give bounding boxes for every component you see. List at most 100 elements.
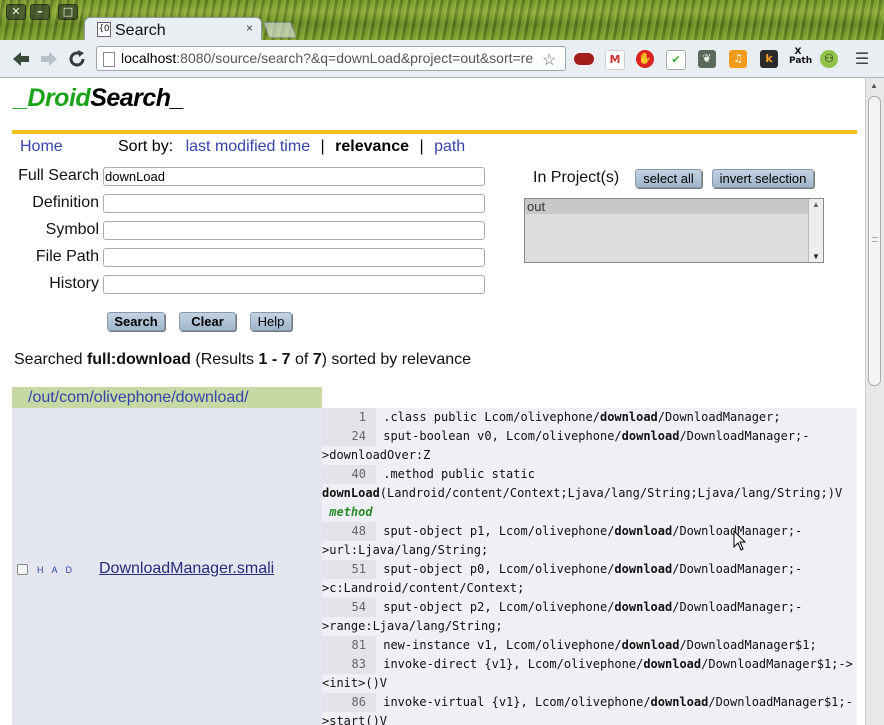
line-number[interactable]: 81 — [322, 636, 376, 655]
search-hit: download — [599, 410, 658, 424]
gmail-icon[interactable]: M — [605, 50, 625, 70]
code-line[interactable]: 83 invoke-direct {v1}, Lcom/olivephone/d… — [322, 655, 857, 674]
summary-prefix: Searched — [14, 351, 87, 368]
line-number[interactable]: 54 — [322, 598, 376, 617]
k-icon[interactable]: k — [760, 50, 778, 68]
code-line[interactable]: 81 new-instance v1, Lcom/olivephone/down… — [322, 636, 857, 655]
result-file-link[interactable]: DownloadManager.smali — [99, 560, 274, 578]
code-line[interactable]: 24 sput-boolean v0, Lcom/olivephone/down… — [322, 427, 857, 446]
line-number[interactable]: 48 — [322, 522, 376, 541]
sort-by-label: Sort by: — [118, 138, 174, 155]
code-line[interactable]: >range:Ljava/lang/String; — [322, 617, 857, 636]
mouse-cursor-icon — [733, 530, 747, 551]
search-hit: download — [614, 600, 673, 614]
code-line[interactable]: 51 sput-object p0, Lcom/olivephone/downl… — [322, 560, 857, 579]
full-search-label: Full Search — [18, 167, 99, 184]
line-number[interactable]: 86 — [322, 693, 376, 712]
page-icon — [103, 52, 115, 67]
url-text: localhost:8080/source/search?&q=downLoad… — [121, 47, 533, 70]
scroll-up-icon[interactable]: ▲ — [812, 200, 820, 209]
logo-prefix: _Droid — [14, 84, 91, 112]
directory-link[interactable]: /out/com/olivephone/download/ — [28, 389, 249, 406]
code-line[interactable]: 48 sput-object p1, Lcom/olivephone/downl… — [322, 522, 857, 541]
new-tab-button[interactable] — [263, 22, 297, 38]
invert-selection-button[interactable]: invert selection — [712, 169, 814, 188]
file-path-input[interactable] — [103, 248, 485, 267]
scroll-up-icon[interactable]: ▲ — [870, 81, 878, 90]
search-hit: download — [643, 657, 702, 671]
code-line[interactable]: >start()V — [322, 712, 857, 725]
page-content: _DroidSearch_ Home Sort by: last modifie… — [0, 78, 865, 725]
window-maximize-button[interactable]: □ — [58, 4, 78, 20]
scroll-grip-icon — [872, 237, 878, 242]
menu-icon[interactable]: ☰ — [853, 50, 871, 68]
code-line[interactable]: 54 sput-object p2, Lcom/olivephone/downl… — [322, 598, 857, 617]
todo-icon[interactable]: ✔ — [666, 50, 686, 70]
music-icon[interactable]: ♫ — [729, 50, 747, 68]
clear-button[interactable]: Clear — [179, 312, 236, 331]
droidsearch-logo[interactable]: _DroidSearch_ — [14, 84, 184, 113]
code-line[interactable]: method — [322, 503, 857, 522]
onetab-icon[interactable] — [574, 53, 594, 65]
definition-input[interactable] — [103, 194, 485, 213]
tab-close-icon[interactable]: × — [246, 21, 253, 35]
tripadvisor-icon[interactable]: ⚇ — [820, 50, 838, 68]
page-favicon-icon: {O — [97, 22, 111, 37]
code-line[interactable]: 40 .method public static — [322, 465, 857, 484]
results-summary: Searched full:download (Results 1 - 7 of… — [14, 351, 471, 369]
sort-path-link[interactable]: path — [434, 138, 465, 155]
line-number[interactable]: 1 — [322, 408, 376, 427]
code-line[interactable]: downLoad(Landroid/content/Context;Ljava/… — [322, 484, 857, 503]
project-option[interactable]: out — [525, 199, 810, 214]
project-select[interactable]: out ▲ ▼ — [524, 198, 824, 263]
page-scrollbar[interactable]: ▲ — [865, 78, 884, 725]
home-link[interactable]: Home — [20, 138, 63, 155]
history-annotate-download-links[interactable]: H A D — [37, 565, 75, 575]
xpath-icon[interactable]: X Path — [789, 48, 812, 66]
sort-last-modified-link[interactable]: last modified time — [186, 138, 311, 155]
select-all-button[interactable]: select all — [635, 169, 702, 188]
scroll-down-icon[interactable]: ▼ — [812, 252, 820, 261]
search-button[interactable]: Search — [107, 312, 165, 331]
code-line[interactable]: >c:Landroid/content/Context; — [322, 579, 857, 598]
code-line[interactable]: <init>()V — [322, 674, 857, 693]
help-button[interactable]: Help — [250, 312, 292, 331]
code-line[interactable]: 1 .class public Lcom/olivephone/download… — [322, 408, 857, 427]
sort-separator: | — [419, 138, 424, 155]
line-number[interactable]: 24 — [322, 427, 376, 446]
method-tag: method — [322, 505, 373, 519]
in-projects-label: In Project(s) — [533, 169, 620, 186]
logo-suffix: Search_ — [90, 84, 184, 112]
code-line[interactable]: >url:Ljava/lang/String; — [322, 541, 857, 560]
line-number[interactable]: 40 — [322, 465, 376, 484]
scrollbar-thumb[interactable] — [868, 96, 881, 386]
url-host: localhost — [121, 50, 177, 66]
project-select-scrollbar[interactable]: ▲ ▼ — [808, 199, 823, 262]
summary-text: of — [290, 351, 313, 368]
symbol-input[interactable] — [103, 221, 485, 240]
result-checkbox[interactable] — [17, 564, 28, 575]
full-search-input[interactable] — [103, 167, 485, 186]
sort-separator: | — [320, 138, 325, 155]
code-line[interactable]: >downloadOver:Z — [322, 446, 857, 465]
summary-text: ) sorted by relevance — [321, 351, 472, 368]
window-minimize-button[interactable]: – — [30, 4, 50, 20]
forward-arrow-icon[interactable] — [38, 48, 60, 70]
definition-label: Definition — [32, 194, 99, 211]
browser-toolbar: localhost:8080/source/search?&q=downLoad… — [0, 40, 884, 78]
address-bar[interactable]: localhost:8080/source/search?&q=downLoad… — [96, 46, 566, 71]
line-number[interactable]: 51 — [322, 560, 376, 579]
summary-range: 1 - 7 — [258, 351, 291, 368]
line-number[interactable]: 83 — [322, 655, 376, 674]
window-close-button[interactable]: ✕ — [6, 4, 26, 20]
history-input[interactable] — [103, 275, 485, 294]
summary-text: (Results — [190, 351, 259, 368]
bookmark-star-icon[interactable]: ☆ — [542, 50, 556, 70]
adblock-icon[interactable]: ✋ — [636, 50, 654, 68]
evernote-icon[interactable]: ❦ — [698, 50, 716, 68]
code-line[interactable]: 86 invoke-virtual {v1}, Lcom/olivephone/… — [322, 693, 857, 712]
reload-icon[interactable] — [66, 48, 88, 70]
browser-tab[interactable]: {O Search × — [84, 17, 262, 40]
file-path-label: File Path — [35, 248, 99, 265]
back-arrow-icon[interactable] — [10, 48, 32, 70]
